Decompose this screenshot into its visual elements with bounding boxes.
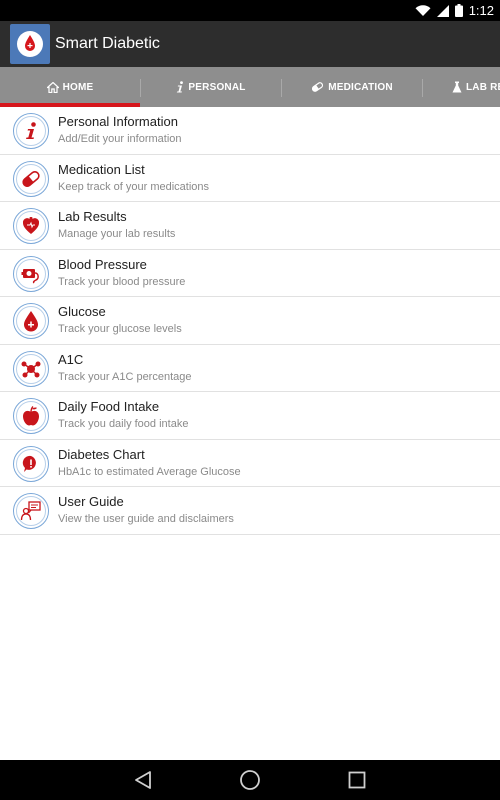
user-guide-icon xyxy=(20,501,41,521)
menu-item-a1c[interactable]: A1C Track your A1C percentage xyxy=(0,345,500,392)
menu-item-subtitle: HbA1c to estimated Average Glucose xyxy=(58,465,241,478)
row-icon-badge xyxy=(13,398,49,434)
menu-item-blood-pressure[interactable]: Blood Pressure Track your blood pressure xyxy=(0,250,500,297)
tab-bar: HOME PERSONAL MEDICATION LAB RE xyxy=(0,67,500,107)
status-bar: 1:12 xyxy=(0,0,500,21)
menu-item-user-guide[interactable]: User Guide View the user guide and discl… xyxy=(0,487,500,535)
menu-item-title: Personal Information xyxy=(58,114,178,129)
row-icon-badge xyxy=(13,208,49,244)
app-title: Smart Diabetic xyxy=(55,35,160,52)
home-circle-icon xyxy=(240,770,260,790)
menu-item-personal-information[interactable]: Personal Information Add/Edit your infor… xyxy=(0,107,500,155)
row-icon-badge xyxy=(13,303,49,339)
menu-item-title: Daily Food Intake xyxy=(58,399,160,414)
row-icon-badge xyxy=(13,113,49,149)
nav-home-button[interactable] xyxy=(230,760,270,800)
nav-recents-button[interactable] xyxy=(337,760,377,800)
menu-item-subtitle: Track your blood pressure xyxy=(58,275,186,288)
row-icon-badge xyxy=(13,160,49,197)
menu-list: Personal Information Add/Edit your infor… xyxy=(0,107,500,535)
apple-icon xyxy=(23,406,39,426)
home-icon xyxy=(46,81,59,93)
menu-item-daily-food-intake[interactable]: Daily Food Intake Track you daily food i… xyxy=(0,392,500,440)
info-icon xyxy=(177,81,184,93)
molecule-icon xyxy=(21,361,41,377)
menu-item-subtitle: Track you daily food intake xyxy=(58,418,189,430)
row-icon-badge xyxy=(13,493,49,529)
menu-item-title: User Guide xyxy=(58,494,124,509)
menu-item-subtitle: View the user guide and disclaimers xyxy=(58,513,234,525)
pill-icon xyxy=(22,170,40,187)
menu-item-title: Blood Pressure xyxy=(58,256,147,272)
row-icon-badge xyxy=(13,445,49,482)
wifi-icon xyxy=(415,4,431,16)
app-logo[interactable] xyxy=(10,24,50,64)
nav-back-button[interactable] xyxy=(123,760,163,800)
pill-icon xyxy=(312,82,324,92)
status-icons: 1:12 xyxy=(415,0,494,21)
tab-label: PERSONAL xyxy=(188,81,246,93)
tab-medication[interactable]: MEDICATION xyxy=(282,67,422,107)
menu-item-title: Glucose xyxy=(58,304,106,319)
menu-item-subtitle: Add/Edit your information xyxy=(58,133,182,145)
menu-item-glucose[interactable]: Glucose Track your glucose levels xyxy=(0,297,500,345)
menu-item-subtitle: Keep track of your medications xyxy=(58,180,210,193)
glucose-drop-icon xyxy=(24,311,38,332)
menu-item-title: Diabetes Chart xyxy=(58,446,145,462)
row-icon-badge xyxy=(13,350,49,387)
menu-item-medication-list[interactable]: Medication List Keep track of your medic… xyxy=(0,155,500,202)
lab-icon xyxy=(452,81,462,93)
blood-pressure-icon xyxy=(21,268,39,284)
recents-icon xyxy=(348,771,366,789)
info-icon xyxy=(26,122,36,139)
tab-label: HOME xyxy=(62,81,94,93)
row-icon-badge xyxy=(13,255,49,292)
menu-item-title: Lab Results xyxy=(58,209,127,224)
menu-item-title: Medication List xyxy=(58,161,145,177)
signal-icon xyxy=(436,4,449,17)
tab-label: LAB RE xyxy=(466,81,500,93)
heart-icon xyxy=(22,217,40,234)
blood-drop-icon xyxy=(17,31,43,57)
menu-item-subtitle: Track your A1C percentage xyxy=(58,370,192,383)
app-bar: Smart Diabetic xyxy=(0,21,500,67)
menu-item-title: A1C xyxy=(58,351,84,367)
tab-home[interactable]: HOME xyxy=(0,67,140,107)
chart-bubble-icon xyxy=(22,455,36,472)
tab-lab-results[interactable]: LAB RE xyxy=(452,67,500,107)
menu-item-subtitle: Manage your lab results xyxy=(58,228,176,240)
status-time: 1:12 xyxy=(468,3,494,18)
menu-item-lab-results[interactable]: Lab Results Manage your lab results xyxy=(0,202,500,250)
menu-item-diabetes-chart[interactable]: Diabetes Chart HbA1c to estimated Averag… xyxy=(0,440,500,487)
tab-label: MEDICATION xyxy=(328,81,393,93)
tab-divider xyxy=(422,79,423,97)
menu-item-subtitle: Track your glucose levels xyxy=(58,323,182,335)
tab-personal[interactable]: PERSONAL xyxy=(141,67,281,107)
system-nav-bar xyxy=(0,760,500,800)
battery-icon xyxy=(454,4,463,17)
back-icon xyxy=(135,771,151,789)
